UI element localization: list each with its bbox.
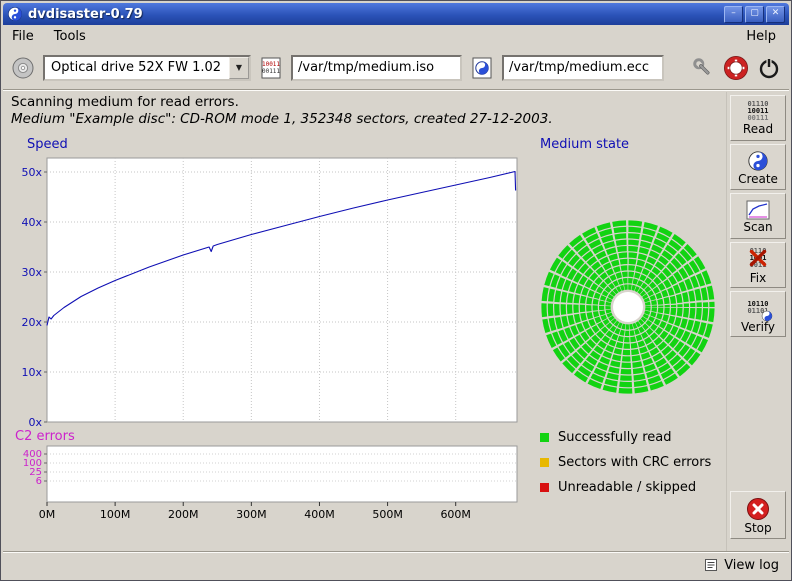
status-bar: View log (3, 551, 789, 578)
stop-icon (746, 497, 770, 521)
iso-path-input[interactable] (291, 55, 462, 81)
stop-button[interactable]: Stop (730, 491, 786, 539)
chevron-down-icon[interactable]: ▼ (229, 57, 249, 79)
medium-state-title: Medium state (540, 137, 629, 152)
scan-button-label: Scan (743, 221, 772, 233)
view-log-label: View log (724, 558, 779, 573)
legend-item: Successfully read (540, 425, 711, 450)
verify-icon: 1011001101 (745, 296, 771, 320)
menu-file[interactable]: File (12, 29, 34, 44)
help-lifebuoy-icon[interactable] (723, 54, 749, 82)
drive-selector[interactable]: Optical drive 52X FW 1.02 ▼ (43, 55, 251, 81)
quit-power-icon[interactable] (756, 54, 782, 82)
svg-text:10x: 10x (21, 366, 42, 379)
c2-errors-chart: 4001002560M100M200M300M400M500M600M (5, 444, 523, 524)
preferences-wrench-icon[interactable] (690, 54, 716, 82)
action-sidebar: 011101001100111 Read Create Scan 011010 (726, 92, 789, 551)
read-button-label: Read (743, 123, 773, 135)
app-window: dvdisaster-0.79 – ▢ ✕ File Tools Help Op… (0, 0, 792, 581)
svg-text:10011: 10011 (262, 61, 280, 68)
medium-state-legend: Successfully read Sectors with CRC errors… (540, 425, 711, 500)
read-binary-icon: 011101001100111 (747, 101, 768, 122)
svg-text:100M: 100M (100, 508, 131, 521)
yin-yang-icon (747, 150, 769, 172)
svg-text:40x: 40x (21, 216, 42, 229)
menu-tools[interactable]: Tools (54, 29, 86, 44)
ecc-path-input[interactable] (502, 55, 664, 81)
legend-swatch-icon (540, 433, 549, 442)
verify-button-label: Verify (741, 321, 775, 333)
maximize-button[interactable]: ▢ (745, 6, 764, 23)
read-button[interactable]: 011101001100111 Read (730, 95, 786, 141)
c2-errors-title: C2 errors (15, 429, 75, 444)
minimize-button[interactable]: – (724, 6, 743, 23)
view-log-button[interactable]: View log (704, 558, 779, 573)
svg-text:50x: 50x (21, 166, 42, 179)
svg-text:200M: 200M (168, 508, 199, 521)
iso-file-icon: 10011 00111 (258, 54, 284, 82)
menu-help[interactable]: Help (746, 29, 776, 44)
legend-label: Successfully read (558, 430, 671, 445)
medium-state-disc (540, 219, 718, 397)
scan-button[interactable]: Scan (730, 193, 786, 239)
legend-label: Unreadable / skipped (558, 480, 696, 495)
svg-text:600M: 600M (440, 508, 471, 521)
toolbar: Optical drive 52X FW 1.02 ▼ 10011 00111 (3, 47, 789, 88)
create-button[interactable]: Create (730, 144, 786, 190)
legend-swatch-icon (540, 483, 549, 492)
app-logo-icon (7, 6, 23, 22)
fix-button[interactable]: 011010010011 Fix (730, 242, 786, 288)
drive-icon (10, 54, 36, 82)
speed-chart: 0x 10x 20x 30x 40x 50x (5, 153, 523, 429)
log-icon (704, 558, 718, 572)
close-button[interactable]: ✕ (766, 6, 785, 23)
svg-text:30x: 30x (21, 266, 42, 279)
status-line-2: Medium "Example disc": CD-ROM mode 1, 35… (11, 111, 553, 127)
svg-text:00111: 00111 (262, 68, 280, 75)
chart-area: Speed Medium state C2 errors 0x 10x 20x 30x… (3, 131, 730, 553)
drive-selector-value: Optical drive 52X FW 1.02 (45, 60, 229, 75)
svg-text:0M: 0M (39, 508, 56, 521)
speed-chart-title: Speed (27, 137, 68, 152)
fix-button-label: Fix (750, 272, 766, 284)
svg-text:0x: 0x (28, 416, 42, 429)
svg-text:300M: 300M (236, 508, 267, 521)
verify-button[interactable]: 1011001101 Verify (730, 291, 786, 337)
ecc-file-icon (469, 54, 495, 82)
menu-bar: File Tools Help (3, 25, 789, 47)
fix-tools-icon: 011010010011 (745, 247, 771, 271)
stop-button-label: Stop (744, 522, 771, 534)
svg-text:20x: 20x (21, 316, 42, 329)
svg-text:6: 6 (36, 476, 42, 487)
title-bar[interactable]: dvdisaster-0.79 – ▢ ✕ (3, 3, 789, 25)
svg-text:400M: 400M (304, 508, 335, 521)
legend-item: Unreadable / skipped (540, 475, 711, 500)
create-button-label: Create (738, 173, 778, 185)
scan-chart-icon (746, 200, 770, 220)
legend-swatch-icon (540, 458, 549, 467)
svg-text:500M: 500M (372, 508, 403, 521)
legend-label: Sectors with CRC errors (558, 455, 711, 470)
status-line-1: Scanning medium for read errors. (11, 94, 239, 110)
window-title: dvdisaster-0.79 (28, 7, 722, 22)
toolbar-separator (3, 89, 789, 90)
legend-item: Sectors with CRC errors (540, 450, 711, 475)
